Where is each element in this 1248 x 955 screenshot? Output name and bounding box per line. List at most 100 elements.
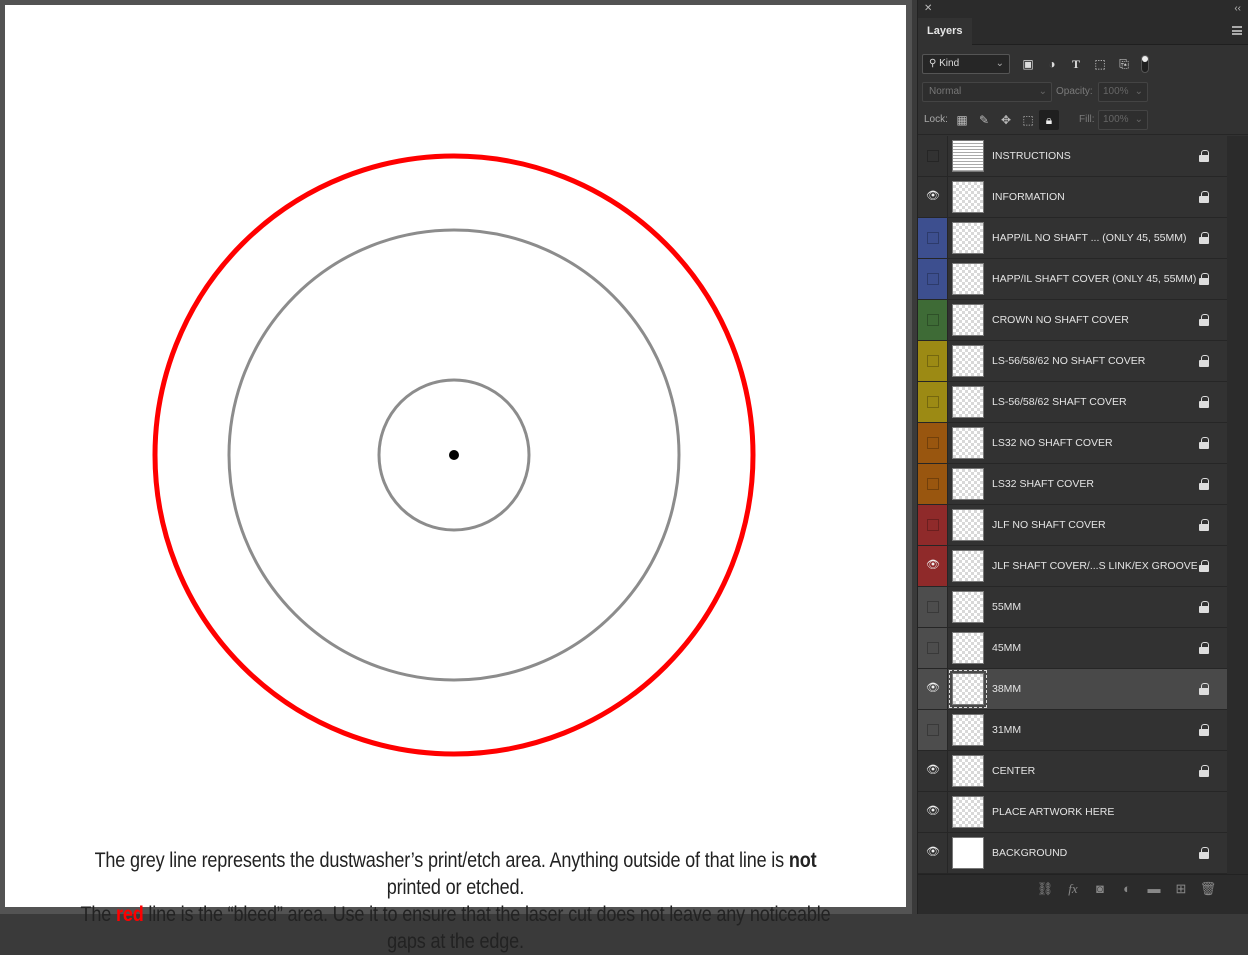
layer-name[interactable]: JLF SHAFT COVER/...S LINK/EX GROOVE bbox=[992, 546, 1197, 586]
layers-scrollbar[interactable] bbox=[1227, 136, 1248, 874]
layer-name[interactable]: HAPP/IL NO SHAFT ... (ONLY 45, 55MM) bbox=[992, 218, 1197, 258]
layer-row[interactable]: LS32 SHAFT COVER bbox=[918, 464, 1227, 505]
fill-input[interactable]: 100% ⌄ bbox=[1098, 110, 1148, 130]
visibility-toggle[interactable]: 👁︎ bbox=[918, 792, 948, 832]
layer-row[interactable]: JLF NO SHAFT COVER bbox=[918, 505, 1227, 546]
visibility-toggle[interactable]: 👁︎ bbox=[918, 669, 948, 709]
layer-row[interactable]: 👁︎ INFORMATION bbox=[918, 177, 1227, 218]
trash-icon[interactable]: 🗑︎ bbox=[1199, 880, 1217, 898]
collapse-icon[interactable]: ‹‹ bbox=[1234, 3, 1241, 14]
visibility-toggle[interactable] bbox=[918, 628, 948, 668]
layer-row[interactable]: HAPP/IL SHAFT COVER (ONLY 45, 55MM) bbox=[918, 259, 1227, 300]
layer-thumbnail[interactable] bbox=[952, 222, 984, 254]
lock-artboard-icon[interactable]: ⬚ bbox=[1020, 112, 1036, 128]
layer-name[interactable]: BACKGROUND bbox=[992, 833, 1197, 873]
visibility-toggle[interactable]: 👁︎ bbox=[918, 546, 948, 586]
layer-name[interactable]: LS-56/58/62 SHAFT COVER bbox=[992, 382, 1197, 422]
visibility-toggle[interactable] bbox=[918, 382, 948, 422]
layer-thumbnail[interactable] bbox=[952, 386, 984, 418]
layer-name[interactable]: LS32 NO SHAFT COVER bbox=[992, 423, 1197, 463]
layer-name[interactable]: INSTRUCTIONS bbox=[992, 136, 1197, 176]
visibility-toggle[interactable] bbox=[918, 464, 948, 504]
layer-row[interactable]: 👁︎ PLACE ARTWORK HERE bbox=[918, 792, 1227, 833]
add-mask-icon[interactable]: ◙ bbox=[1091, 880, 1109, 898]
filter-kind-select[interactable]: ⚲ Kind ⌄ bbox=[922, 54, 1010, 74]
lock-position-icon[interactable]: ✥ bbox=[998, 112, 1014, 128]
blend-mode-select[interactable]: Normal ⌄ bbox=[922, 82, 1052, 102]
layer-row[interactable]: CROWN NO SHAFT COVER bbox=[918, 300, 1227, 341]
layer-row[interactable]: 👁︎ 38MM bbox=[918, 669, 1227, 710]
link-layers-icon[interactable]: ⛓ bbox=[1036, 880, 1054, 898]
layer-row[interactable]: 45MM bbox=[918, 628, 1227, 669]
layer-row[interactable]: HAPP/IL NO SHAFT ... (ONLY 45, 55MM) bbox=[918, 218, 1227, 259]
layer-row[interactable]: 👁︎ CENTER bbox=[918, 751, 1227, 792]
new-layer-icon[interactable]: ⊞ bbox=[1172, 880, 1190, 898]
layer-thumbnail[interactable] bbox=[949, 670, 987, 708]
layer-thumbnail[interactable] bbox=[952, 837, 984, 869]
layer-thumbnail[interactable] bbox=[952, 263, 984, 295]
layer-name[interactable]: JLF NO SHAFT COVER bbox=[992, 505, 1197, 545]
layer-thumbnail[interactable] bbox=[952, 304, 984, 336]
layer-row[interactable]: LS32 NO SHAFT COVER bbox=[918, 423, 1227, 464]
visibility-toggle[interactable]: 👁︎ bbox=[918, 177, 948, 217]
adjustment-filter-icon[interactable]: ◑ bbox=[1044, 56, 1060, 72]
layer-name[interactable]: 38MM bbox=[992, 669, 1197, 709]
visibility-toggle[interactable] bbox=[918, 341, 948, 381]
lock-image-pixels-icon[interactable]: ✎ bbox=[976, 112, 992, 128]
visibility-toggle[interactable] bbox=[918, 423, 948, 463]
opacity-input[interactable]: 100% ⌄ bbox=[1098, 82, 1148, 102]
smart-object-filter-icon[interactable]: ⎘ bbox=[1116, 56, 1132, 72]
layer-thumbnail[interactable] bbox=[952, 632, 984, 664]
close-icon[interactable]: ✕ bbox=[924, 3, 932, 14]
lock-transparent-pixels-icon[interactable]: ▦ bbox=[954, 112, 970, 128]
new-group-icon[interactable]: ▬ bbox=[1145, 880, 1163, 898]
layer-thumbnail[interactable] bbox=[952, 345, 984, 377]
visibility-toggle[interactable] bbox=[918, 505, 948, 545]
layer-name[interactable]: CROWN NO SHAFT COVER bbox=[992, 300, 1197, 340]
layer-row[interactable]: 👁︎ JLF SHAFT COVER/...S LINK/EX GROOVE bbox=[918, 546, 1227, 587]
layer-name[interactable]: INFORMATION bbox=[992, 177, 1197, 217]
fx-icon[interactable]: fx bbox=[1064, 880, 1082, 898]
adjustment-layer-icon[interactable]: ◐ bbox=[1118, 880, 1136, 898]
layer-thumbnail[interactable] bbox=[952, 591, 984, 623]
visibility-toggle[interactable] bbox=[918, 710, 948, 750]
layer-name[interactable]: 45MM bbox=[992, 628, 1197, 668]
filter-toggle[interactable] bbox=[1141, 55, 1149, 73]
layer-name[interactable]: 55MM bbox=[992, 587, 1197, 627]
visibility-toggle[interactable] bbox=[918, 218, 948, 258]
lock-all-icon[interactable]: 🔒︎ bbox=[1039, 110, 1059, 130]
visibility-toggle[interactable]: 👁︎ bbox=[918, 833, 948, 873]
layer-thumbnail[interactable] bbox=[952, 468, 984, 500]
layer-row[interactable]: 55MM bbox=[918, 587, 1227, 628]
layer-name[interactable]: HAPP/IL SHAFT COVER (ONLY 45, 55MM) bbox=[992, 259, 1197, 299]
layer-thumbnail[interactable] bbox=[952, 140, 984, 172]
image-filter-icon[interactable]: ▣ bbox=[1020, 56, 1036, 72]
layer-row[interactable]: 👁︎ BACKGROUND bbox=[918, 833, 1227, 874]
panel-menu-icon[interactable] bbox=[1232, 26, 1242, 35]
document-canvas[interactable]: The grey line represents the dustwasher’… bbox=[5, 5, 906, 953]
layer-name[interactable]: LS-56/58/62 NO SHAFT COVER bbox=[992, 341, 1197, 381]
layer-row[interactable]: LS-56/58/62 NO SHAFT COVER bbox=[918, 341, 1227, 382]
layer-thumbnail[interactable] bbox=[952, 509, 984, 541]
layer-row[interactable]: 31MM bbox=[918, 710, 1227, 751]
visibility-toggle[interactable] bbox=[918, 300, 948, 340]
layer-name[interactable]: PLACE ARTWORK HERE bbox=[992, 792, 1197, 832]
layer-row[interactable]: LS-56/58/62 SHAFT COVER bbox=[918, 382, 1227, 423]
layer-name[interactable]: CENTER bbox=[992, 751, 1197, 791]
layer-thumbnail[interactable] bbox=[952, 427, 984, 459]
visibility-toggle[interactable] bbox=[918, 587, 948, 627]
visibility-toggle[interactable] bbox=[918, 259, 948, 299]
layer-thumbnail[interactable] bbox=[952, 550, 984, 582]
shape-filter-icon[interactable]: ⬚ bbox=[1092, 56, 1108, 72]
tab-layers[interactable]: Layers bbox=[918, 18, 972, 45]
layer-thumbnail[interactable] bbox=[952, 714, 984, 746]
layer-name[interactable]: LS32 SHAFT COVER bbox=[992, 464, 1197, 504]
layer-name[interactable]: 31MM bbox=[992, 710, 1197, 750]
layer-row[interactable]: INSTRUCTIONS bbox=[918, 136, 1227, 177]
layer-thumbnail[interactable] bbox=[952, 755, 984, 787]
visibility-toggle[interactable]: 👁︎ bbox=[918, 751, 948, 791]
layer-thumbnail[interactable] bbox=[952, 796, 984, 828]
visibility-toggle[interactable] bbox=[918, 136, 948, 176]
type-filter-icon[interactable]: T bbox=[1068, 56, 1084, 72]
canvas-area[interactable]: The grey line represents the dustwasher’… bbox=[0, 0, 912, 953]
